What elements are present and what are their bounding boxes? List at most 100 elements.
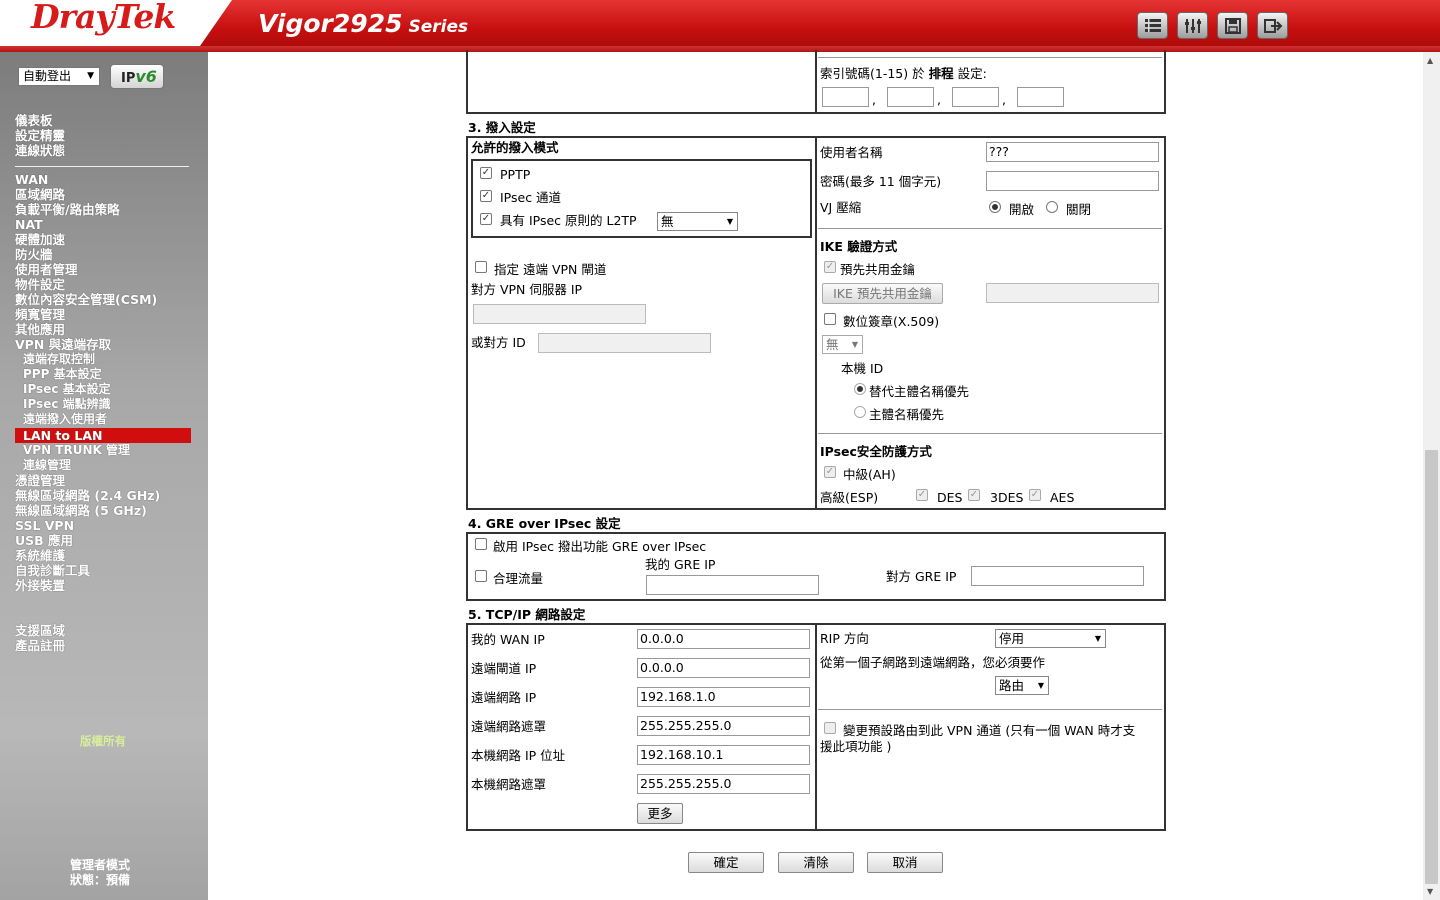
local-network-mask-input[interactable]: 255.255.255.0	[637, 774, 810, 794]
my-gre-ip-input[interactable]	[646, 575, 819, 595]
l2tp-checkbox[interactable]: ✓	[480, 213, 492, 225]
sidebar-item-vpn[interactable]: VPN 與遠端存取	[15, 337, 111, 352]
username-input[interactable]: ???	[986, 142, 1159, 162]
sidebar-item-diagnostics[interactable]: 自我診斷工具	[15, 563, 90, 578]
gre-enable-checkbox[interactable]	[475, 538, 487, 550]
sidebar-item-external-devices[interactable]: 外接裝置	[15, 578, 65, 593]
aes-checkbox[interactable]: ✓	[1029, 489, 1041, 501]
sidebar-item-lan-to-lan[interactable]: LAN to LAN	[15, 428, 191, 443]
peer-id-input[interactable]	[538, 333, 711, 353]
logout-icon[interactable]	[1257, 12, 1288, 39]
save-icon[interactable]	[1217, 12, 1248, 39]
sidebar-item-load-balance[interactable]: 負載平衡/路由策略	[15, 202, 120, 217]
esp-label: 高級(ESP)	[820, 490, 879, 505]
sidebar-item-usb[interactable]: USB 應用	[15, 533, 73, 548]
ipv6-label-a: IP	[121, 71, 136, 86]
sidebar-item-connection-mgmt[interactable]: 連線管理	[23, 458, 71, 473]
psk-checkbox[interactable]: ✓	[824, 261, 836, 273]
schedule-index-2[interactable]	[887, 87, 934, 107]
local-network-ip-input[interactable]: 192.168.10.1	[637, 745, 810, 765]
sidebar-item-dashboard[interactable]: 儀表板	[15, 113, 53, 128]
scroll-thumb[interactable]	[1425, 450, 1438, 884]
x509-select[interactable]: 無	[822, 335, 863, 354]
scroll-down-icon[interactable]: ▼	[1427, 887, 1433, 896]
ike-psk-button[interactable]: IKE 預先共用金鑰	[822, 283, 943, 304]
draytek-logo: DrayTek	[31, 0, 176, 36]
sidebar-item-csm[interactable]: 數位內容安全管理(CSM)	[15, 292, 157, 307]
ah-checkbox[interactable]: ✓	[824, 466, 836, 478]
schedule-label-bold: 排程	[928, 66, 954, 81]
vertical-scrollbar[interactable]: ▲ ▼	[1423, 52, 1440, 900]
peer-vpn-server-ip-input[interactable]	[473, 304, 646, 324]
ipv6-button[interactable]: IPv6	[110, 64, 164, 89]
my-gre-ip-label: 我的 GRE IP	[645, 557, 716, 572]
rip-direction-select[interactable]: 停用	[995, 629, 1106, 648]
logical-traffic-checkbox[interactable]	[475, 570, 487, 582]
clear-button[interactable]: 清除	[778, 852, 854, 873]
alt-subject-radio[interactable]	[854, 383, 866, 395]
sidebar-item-objects[interactable]: 物件設定	[15, 277, 65, 292]
sidebar-item-vpn-trunk[interactable]: VPN TRUNK 管理	[23, 443, 130, 458]
pptp-checkbox[interactable]: ✓	[480, 167, 492, 179]
sliders-icon[interactable]	[1177, 12, 1208, 39]
sidebar-item-support[interactable]: 支援區域	[15, 623, 65, 638]
ipsec-tunnel-checkbox[interactable]: ✓	[480, 190, 492, 202]
sidebar-item-product-registration[interactable]: 產品註冊	[15, 638, 65, 653]
sidebar-item-hw-accel[interactable]: 硬體加速	[15, 232, 65, 247]
more-button[interactable]: 更多	[637, 803, 683, 824]
ike-divider	[818, 228, 1162, 229]
sidebar-item-wan[interactable]: WAN	[15, 172, 48, 187]
sidebar-item-ipsec-general[interactable]: IPsec 基本設定	[23, 382, 111, 397]
ipsec-tunnel-label: IPsec 通道	[500, 190, 562, 205]
sidebar-item-lan[interactable]: 區域網路	[15, 187, 65, 202]
sidebar-item-wlan-5[interactable]: 無線區域網路 (5 GHz)	[15, 503, 147, 518]
change-default-route-checkbox[interactable]	[824, 722, 836, 734]
remote-network-ip-input[interactable]: 192.168.1.0	[637, 687, 810, 707]
sidebar-item-ssl-vpn[interactable]: SSL VPN	[15, 518, 74, 533]
sidebar-item-wizards[interactable]: 設定精靈	[15, 128, 65, 143]
sidebar-item-firewall[interactable]: 防火牆	[15, 247, 53, 262]
ike-psk-input[interactable]	[986, 283, 1159, 303]
des-checkbox[interactable]: ✓	[916, 489, 928, 501]
scroll-up-icon[interactable]: ▲	[1427, 56, 1433, 65]
remote-gateway-ip-input[interactable]: 0.0.0.0	[637, 658, 810, 678]
vj-on-radio[interactable]	[989, 201, 1001, 213]
sidebar-item-wlan-24[interactable]: 無線區域網路 (2.4 GHz)	[15, 488, 160, 503]
my-wan-ip-input[interactable]: 0.0.0.0	[637, 629, 810, 649]
password-input[interactable]	[986, 171, 1159, 191]
route-mode-select[interactable]: 路由	[995, 676, 1049, 695]
auto-logout-select[interactable]: 自動登出 ▼	[18, 67, 100, 86]
sidebar-item-user-mgmt[interactable]: 使用者管理	[15, 262, 78, 277]
local-network-mask-label: 本機網路遮罩	[471, 777, 547, 792]
sidebar-item-nat[interactable]: NAT	[15, 217, 43, 232]
sidebar-item-ipsec-peer-id[interactable]: IPsec 端點辨識	[23, 397, 111, 412]
schedule-label-text: 索引號碼(1-15) 於	[820, 66, 929, 81]
l2tp-policy-select[interactable]: 無	[657, 212, 738, 231]
sidebar-item-certificates[interactable]: 憑證管理	[15, 473, 65, 488]
subject-label: 主體名稱優先	[869, 407, 945, 422]
3des-checkbox[interactable]: ✓	[968, 489, 980, 501]
ok-button[interactable]: 確定	[688, 852, 764, 873]
sidebar-item-maintenance[interactable]: 系統維護	[15, 548, 65, 563]
schedule-index-1[interactable]	[822, 87, 869, 107]
top-banner: DrayTek Vigor2925 Series	[0, 0, 1440, 52]
x509-checkbox[interactable]	[824, 313, 836, 325]
remote-network-mask-label: 遠端網路遮罩	[471, 719, 547, 734]
layout-icon[interactable]	[1137, 12, 1168, 39]
sidebar-item-remote-access-control[interactable]: 遠端存取控制	[23, 352, 95, 367]
schedule-index-4[interactable]	[1017, 87, 1064, 107]
schedule-index-3[interactable]	[952, 87, 999, 107]
sidebar-item-online-status[interactable]: 連線狀態	[15, 143, 65, 158]
sidebar-item-remote-dialin-user[interactable]: 遠端撥入使用者	[23, 412, 107, 427]
sidebar-item-ppp-general[interactable]: PPP 基本設定	[23, 367, 102, 382]
sidebar-item-applications[interactable]: 其他應用	[15, 322, 65, 337]
sidebar-item-bandwidth[interactable]: 頻寬管理	[15, 307, 65, 322]
cancel-button[interactable]: 取消	[867, 852, 943, 873]
gre-section-title: 4. GRE over IPsec 設定	[468, 516, 621, 531]
vj-off-radio[interactable]	[1046, 201, 1058, 213]
specify-remote-gateway-checkbox[interactable]	[475, 261, 487, 273]
peer-vpn-server-ip-label: 對方 VPN 伺服器 IP	[471, 282, 583, 297]
subject-radio[interactable]	[854, 406, 866, 418]
remote-network-mask-input[interactable]: 255.255.255.0	[637, 716, 810, 736]
peer-gre-ip-input[interactable]	[971, 566, 1144, 586]
